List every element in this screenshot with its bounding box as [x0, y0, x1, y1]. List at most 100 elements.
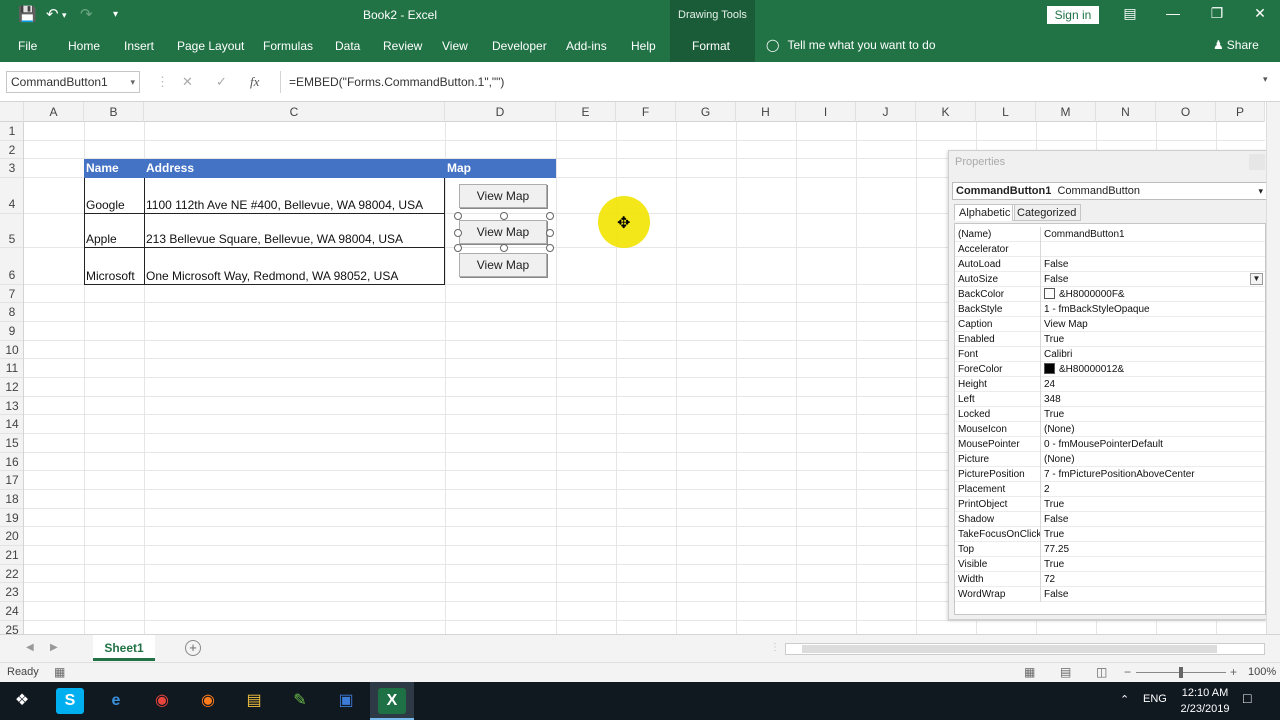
column-header[interactable]: G: [676, 102, 736, 122]
property-row[interactable]: Accelerator: [955, 242, 1265, 257]
property-value[interactable]: View Map: [1044, 317, 1264, 332]
column-header[interactable]: I: [796, 102, 856, 122]
select-all-corner[interactable]: [0, 102, 24, 122]
row-header[interactable]: 8: [0, 303, 23, 322]
row-header[interactable]: 20: [0, 527, 23, 546]
column-header[interactable]: F: [616, 102, 676, 122]
column-header[interactable]: M: [1036, 102, 1096, 122]
table-cell-name[interactable]: Microsoft: [84, 248, 144, 285]
view-map-button[interactable]: View Map: [459, 184, 547, 208]
name-box[interactable]: CommandButton1 ▾: [6, 71, 140, 93]
page-break-preview-icon[interactable]: ◫: [1096, 665, 1107, 679]
property-row[interactable]: Visible True: [955, 557, 1265, 572]
row-header[interactable]: 14: [0, 415, 23, 434]
windows-start-icon[interactable]: ❖: [8, 688, 36, 714]
row-header[interactable]: 13: [0, 397, 23, 415]
horizontal-scrollbar[interactable]: [785, 643, 1265, 655]
property-row[interactable]: BackStyle 1 - fmBackStyleOpaque: [955, 302, 1265, 317]
property-row[interactable]: Placement 2: [955, 482, 1265, 497]
tab-developer[interactable]: Developer: [492, 39, 547, 53]
column-header[interactable]: O: [1156, 102, 1216, 122]
tab-format[interactable]: Format: [692, 39, 730, 53]
save-disk-icon[interactable]: ▣: [332, 688, 360, 714]
object-selector[interactable]: CommandButton1 CommandButton ▾: [952, 182, 1268, 200]
zoom-in-icon[interactable]: +: [1230, 665, 1237, 679]
chevron-up-icon[interactable]: ⌃: [1120, 693, 1129, 706]
notifications-icon[interactable]: □: [1243, 690, 1251, 706]
chevron-down-icon[interactable]: ▾: [1258, 183, 1263, 199]
property-value[interactable]: False: [1044, 587, 1264, 602]
tab-data[interactable]: Data: [335, 39, 360, 53]
property-value[interactable]: True: [1044, 407, 1264, 422]
property-value[interactable]: True: [1044, 557, 1264, 572]
skype-icon[interactable]: S: [56, 688, 84, 714]
property-value[interactable]: 7 - fmPicturePositionAboveCenter: [1044, 467, 1264, 482]
firefox-icon[interactable]: ◉: [194, 688, 222, 714]
row-header[interactable]: 19: [0, 509, 23, 527]
column-header[interactable]: B: [84, 102, 144, 122]
property-row[interactable]: BackColor &H8000000F&: [955, 287, 1265, 302]
property-row[interactable]: MouseIcon (None): [955, 422, 1265, 437]
resize-handle[interactable]: [454, 229, 462, 237]
table-cell-name[interactable]: Apple: [84, 214, 144, 248]
property-row[interactable]: Shadow False: [955, 512, 1265, 527]
resize-handle[interactable]: [546, 212, 554, 220]
table-cell-address[interactable]: 1100 112th Ave NE #400, Bellevue, WA 980…: [144, 178, 445, 214]
row-header[interactable]: 5: [0, 214, 23, 248]
property-row[interactable]: Picture (None): [955, 452, 1265, 467]
vertical-scrollbar[interactable]: [1266, 102, 1280, 634]
row-header[interactable]: 16: [0, 453, 23, 471]
row-header[interactable]: 11: [0, 359, 23, 378]
property-value[interactable]: (None): [1044, 422, 1264, 437]
table-cell-address[interactable]: 213 Bellevue Square, Bellevue, WA 98004,…: [144, 214, 445, 248]
expand-formula-bar-icon[interactable]: ▾: [1263, 74, 1268, 85]
row-header[interactable]: 12: [0, 378, 23, 397]
property-value[interactable]: &H8000000F&: [1044, 287, 1264, 302]
close-icon[interactable]: [1249, 154, 1265, 170]
file-explorer-icon[interactable]: ▤: [240, 688, 268, 714]
tab-add-ins[interactable]: Add-ins: [566, 39, 607, 53]
tab-home[interactable]: Home: [68, 39, 100, 53]
page-layout-view-icon[interactable]: ▤: [1060, 665, 1071, 679]
table-cell-name[interactable]: Google: [84, 178, 144, 214]
sign-in-button[interactable]: Sign in: [1047, 6, 1099, 24]
row-header[interactable]: 6: [0, 248, 23, 285]
property-row[interactable]: (Name) CommandButton1: [955, 227, 1265, 242]
property-value[interactable]: 77.25: [1044, 542, 1264, 557]
sheet-tab[interactable]: Sheet1: [93, 635, 155, 661]
property-value[interactable]: [1044, 242, 1264, 257]
language-indicator[interactable]: ENG: [1143, 693, 1167, 705]
property-row[interactable]: Enabled True: [955, 332, 1265, 347]
table-header-map[interactable]: Map: [445, 159, 556, 178]
tell-me-search[interactable]: ◯ Tell me what you want to do: [766, 38, 936, 52]
property-value[interactable]: 348: [1044, 392, 1264, 407]
property-row[interactable]: Caption View Map: [955, 317, 1265, 332]
property-value[interactable]: True: [1044, 332, 1264, 347]
splitter-icon[interactable]: ⋮: [770, 642, 780, 653]
property-value[interactable]: False: [1044, 512, 1264, 527]
table-header-address[interactable]: Address: [144, 159, 445, 178]
zoom-level[interactable]: 100%: [1248, 666, 1276, 678]
formula-input[interactable]: =EMBED("Forms.CommandButton.1",""): [280, 71, 1265, 93]
row-header[interactable]: 4: [0, 178, 23, 214]
property-row[interactable]: Top 77.25: [955, 542, 1265, 557]
scroll-right-icon[interactable]: ▶: [50, 642, 58, 653]
property-value[interactable]: False: [1044, 257, 1264, 272]
resize-handle[interactable]: [500, 212, 508, 220]
tab-file[interactable]: File: [18, 39, 37, 53]
share-button[interactable]: ♟ Share: [1213, 38, 1259, 52]
chevron-down-icon[interactable]: ▼: [1250, 273, 1263, 285]
property-row[interactable]: Width 72: [955, 572, 1265, 587]
resize-handle[interactable]: [500, 244, 508, 252]
row-header[interactable]: 9: [0, 322, 23, 341]
add-sheet-icon[interactable]: +: [185, 640, 201, 656]
row-header[interactable]: 1: [0, 122, 23, 141]
property-value[interactable]: 2: [1044, 482, 1264, 497]
resize-handle[interactable]: [454, 244, 462, 252]
insert-function-icon[interactable]: fx: [250, 74, 259, 90]
property-row[interactable]: MousePointer 0 - fmMousePointerDefault: [955, 437, 1265, 452]
row-header[interactable]: 10: [0, 341, 23, 359]
column-header[interactable]: E: [556, 102, 616, 122]
tab-alphabetic[interactable]: Alphabetic: [954, 204, 1016, 221]
macro-record-icon[interactable]: ▦: [54, 665, 65, 679]
